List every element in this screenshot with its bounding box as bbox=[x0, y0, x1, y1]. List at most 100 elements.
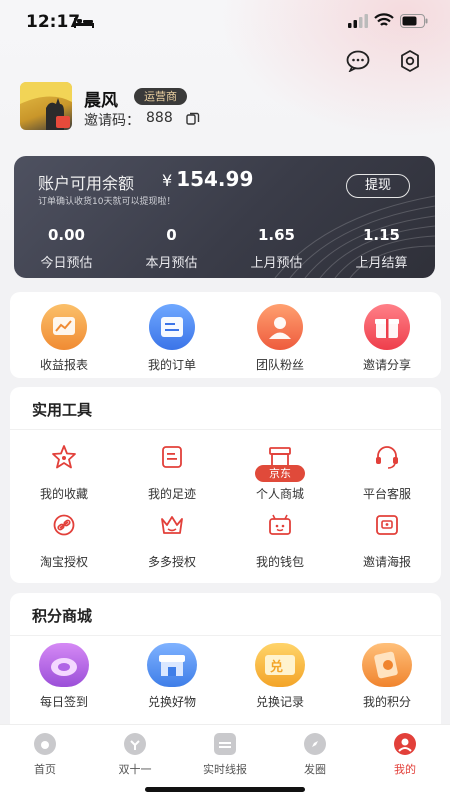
tool-label: 个人商城 bbox=[255, 487, 304, 501]
points-mall-title: 积分商城 bbox=[32, 607, 93, 625]
points-icon bbox=[362, 643, 412, 687]
tab-label: 双十一 bbox=[118, 763, 152, 776]
chat-bubble-icon[interactable] bbox=[346, 50, 370, 72]
exchange-record-icon: 兑 bbox=[255, 643, 305, 687]
invite-code-value: 888 bbox=[146, 110, 173, 126]
sign-in-icon bbox=[39, 643, 89, 687]
tab-label: 首页 bbox=[34, 763, 56, 776]
tool-taobao-auth[interactable]: 淘宝授权 bbox=[10, 511, 118, 570]
quick-action-income-report[interactable]: 收益报表 bbox=[10, 304, 118, 373]
role-badge: 运营商 bbox=[134, 88, 187, 105]
points-my-points[interactable]: 我的积分 bbox=[333, 643, 441, 710]
tool-label: 我的收藏 bbox=[39, 487, 88, 501]
stat-label: 今日预估 bbox=[40, 256, 93, 271]
avatar-badge bbox=[56, 116, 70, 128]
stat-value: 1.15 bbox=[362, 226, 400, 244]
quick-action-team-fans[interactable]: 团队粉丝 bbox=[226, 304, 334, 373]
profile-icon bbox=[394, 733, 416, 755]
copy-icon[interactable] bbox=[186, 112, 200, 126]
balance-note: 订单确认收货10天就可以提现啦！ bbox=[38, 197, 176, 207]
team-user-icon bbox=[257, 304, 303, 350]
tab-label: 实时线报 bbox=[203, 763, 247, 776]
quick-action-label: 团队粉丝 bbox=[255, 358, 304, 372]
headset-icon bbox=[376, 446, 398, 469]
stat-value: 0 bbox=[166, 226, 177, 244]
balance-value: 154.99 bbox=[176, 167, 254, 191]
status-bar: 12:17 bbox=[0, 0, 450, 44]
points-label: 我的积分 bbox=[362, 695, 411, 709]
bed-icon bbox=[74, 18, 94, 28]
battery-icon bbox=[400, 14, 428, 28]
avatar[interactable] bbox=[20, 82, 72, 130]
points-mall-divider bbox=[10, 635, 441, 636]
stat-label: 本月预估 bbox=[145, 256, 198, 271]
points-daily-signin[interactable]: 每日签到 bbox=[10, 643, 118, 710]
compass-icon bbox=[304, 733, 326, 755]
tools-title: 实用工具 bbox=[32, 401, 93, 419]
balance-label: 账户可用余额 bbox=[38, 174, 135, 193]
tool-label: 我的足迹 bbox=[147, 487, 196, 501]
stat-month-estimate[interactable]: 0 本月预估 bbox=[119, 226, 224, 271]
tool-label: 邀请海报 bbox=[362, 555, 411, 569]
footprint-icon bbox=[162, 446, 182, 468]
stat-today-estimate[interactable]: 0.00 今日预估 bbox=[14, 226, 119, 271]
stat-last-month-settled[interactable]: 1.15 上月结算 bbox=[329, 226, 434, 271]
chart-report-icon bbox=[41, 304, 87, 350]
stat-label: 上月预估 bbox=[250, 256, 303, 271]
tools-divider bbox=[10, 429, 441, 430]
double-eleven-icon bbox=[124, 733, 146, 755]
wallet-icon bbox=[269, 514, 291, 535]
tab-mine[interactable]: 我的 bbox=[360, 733, 450, 777]
star-icon bbox=[52, 445, 76, 469]
withdraw-button[interactable]: 提现 bbox=[346, 174, 410, 198]
tool-label: 平台客服 bbox=[362, 487, 411, 501]
home-icon bbox=[34, 733, 56, 755]
tools-card: 实用工具 我的收藏 我的足迹 京东 个人商城 平台客服 淘宝授权 多多授权 我的… bbox=[10, 387, 441, 583]
tab-live-news[interactable]: 实时线报 bbox=[180, 733, 270, 777]
tab-label: 发圈 bbox=[304, 763, 326, 776]
tool-label: 多多授权 bbox=[147, 555, 196, 569]
tool-invite-poster[interactable]: 邀请海报 bbox=[333, 511, 441, 570]
tool-my-favorites[interactable]: 我的收藏 bbox=[10, 443, 118, 502]
quick-action-label: 邀请分享 bbox=[362, 358, 411, 372]
stat-value: 0.00 bbox=[47, 226, 85, 244]
user-name: 晨风 bbox=[84, 91, 118, 111]
tool-customer-service[interactable]: 平台客服 bbox=[333, 443, 441, 502]
points-label: 每日签到 bbox=[39, 695, 88, 709]
gear-icon[interactable] bbox=[398, 50, 422, 72]
store-icon bbox=[147, 643, 197, 687]
tab-home[interactable]: 首页 bbox=[0, 733, 90, 777]
crown-icon bbox=[161, 516, 183, 534]
points-label: 兑换记录 bbox=[255, 695, 304, 709]
stat-value: 1.65 bbox=[257, 226, 295, 244]
stat-label: 上月结算 bbox=[355, 256, 408, 271]
balance-amount: ¥154.99 bbox=[162, 167, 253, 191]
cellular-signal-icon bbox=[348, 14, 368, 28]
points-mall-card: 积分商城 每日签到 兑换好物 兑 兑换记录 我的积分 bbox=[10, 593, 441, 733]
home-indicator bbox=[145, 787, 305, 792]
invite-code-label: 邀请码： bbox=[84, 113, 140, 129]
quick-action-label: 收益报表 bbox=[39, 358, 88, 372]
link-icon bbox=[53, 514, 75, 536]
wifi-icon bbox=[374, 13, 394, 26]
quick-action-my-orders[interactable]: 我的订单 bbox=[118, 304, 226, 373]
points-redeem-history[interactable]: 兑 兑换记录 bbox=[226, 643, 334, 710]
poster-icon bbox=[376, 515, 398, 535]
tool-pdd-auth[interactable]: 多多授权 bbox=[118, 511, 226, 570]
tab-double-eleven[interactable]: 双十一 bbox=[90, 733, 180, 777]
tool-personal-mall[interactable]: 京东 个人商城 bbox=[226, 443, 334, 502]
quick-actions-card: 收益报表 我的订单 团队粉丝 邀请分享 bbox=[10, 292, 441, 378]
balance-card: 账户可用余额 ¥154.99 订单确认收货10天就可以提现啦！ 提现 0.00 … bbox=[14, 156, 435, 278]
tool-my-wallet[interactable]: 我的钱包 bbox=[226, 511, 334, 570]
tool-my-footprint[interactable]: 我的足迹 bbox=[118, 443, 226, 502]
gift-icon bbox=[364, 304, 410, 350]
tool-label: 我的钱包 bbox=[255, 555, 304, 569]
tab-label: 我的 bbox=[394, 763, 416, 776]
exchange-glyph: 兑 bbox=[270, 659, 283, 675]
status-time: 12:17 bbox=[26, 12, 81, 32]
stat-last-month-estimate[interactable]: 1.65 上月预估 bbox=[224, 226, 329, 271]
points-redeem-goods[interactable]: 兑换好物 bbox=[118, 643, 226, 710]
quick-action-invite-share[interactable]: 邀请分享 bbox=[333, 304, 441, 373]
tab-moments[interactable]: 发圈 bbox=[270, 733, 360, 777]
currency-symbol: ¥ bbox=[162, 171, 173, 190]
